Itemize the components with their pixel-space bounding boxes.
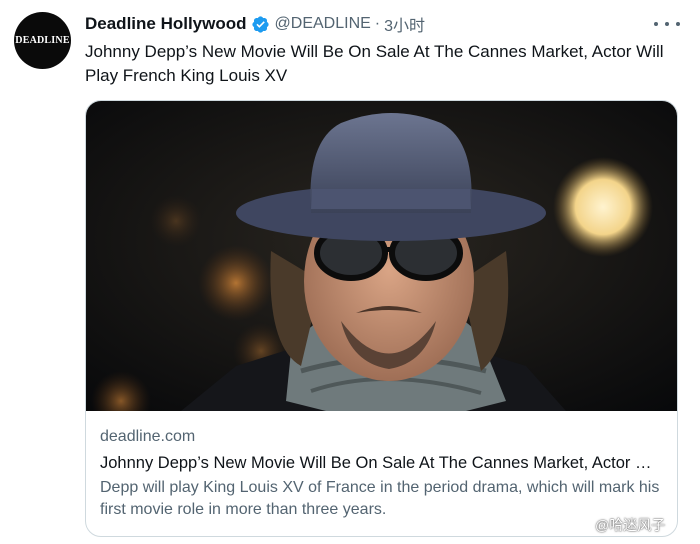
verified-badge-icon (251, 15, 269, 33)
display-name[interactable]: Deadline Hollywood (85, 14, 247, 34)
watermark: @哈迷风子 (570, 514, 665, 536)
card-image[interactable] (86, 101, 678, 411)
tweet-header: Deadline Hollywood @DEADLINE · 3小时 (85, 13, 425, 35)
watermark-text: @哈迷风子 (595, 517, 666, 533)
link-card[interactable]: deadline.com Johnny Depp’s New Movie Wil… (85, 100, 678, 537)
tweet[interactable]: DEADLINE Deadline Hollywood @DEADLINE · … (0, 0, 700, 544)
more-options-icon[interactable] (654, 14, 680, 34)
timestamp[interactable]: 3小时 (384, 12, 425, 36)
card-meta: deadline.com Johnny Depp’s New Movie Wil… (100, 427, 665, 521)
card-title[interactable]: Johnny Depp’s New Movie Will Be On Sale … (100, 452, 665, 474)
avatar-logo-text: DEADLINE (15, 35, 70, 46)
tweet-text: Johnny Depp’s New Movie Will Be On Sale … (85, 42, 664, 85)
separator-dot: · (374, 15, 381, 32)
handle[interactable]: @DEADLINE (275, 15, 371, 33)
card-domain[interactable]: deadline.com (100, 427, 665, 447)
avatar[interactable]: DEADLINE (14, 12, 71, 69)
weibo-logo-icon (570, 517, 591, 534)
